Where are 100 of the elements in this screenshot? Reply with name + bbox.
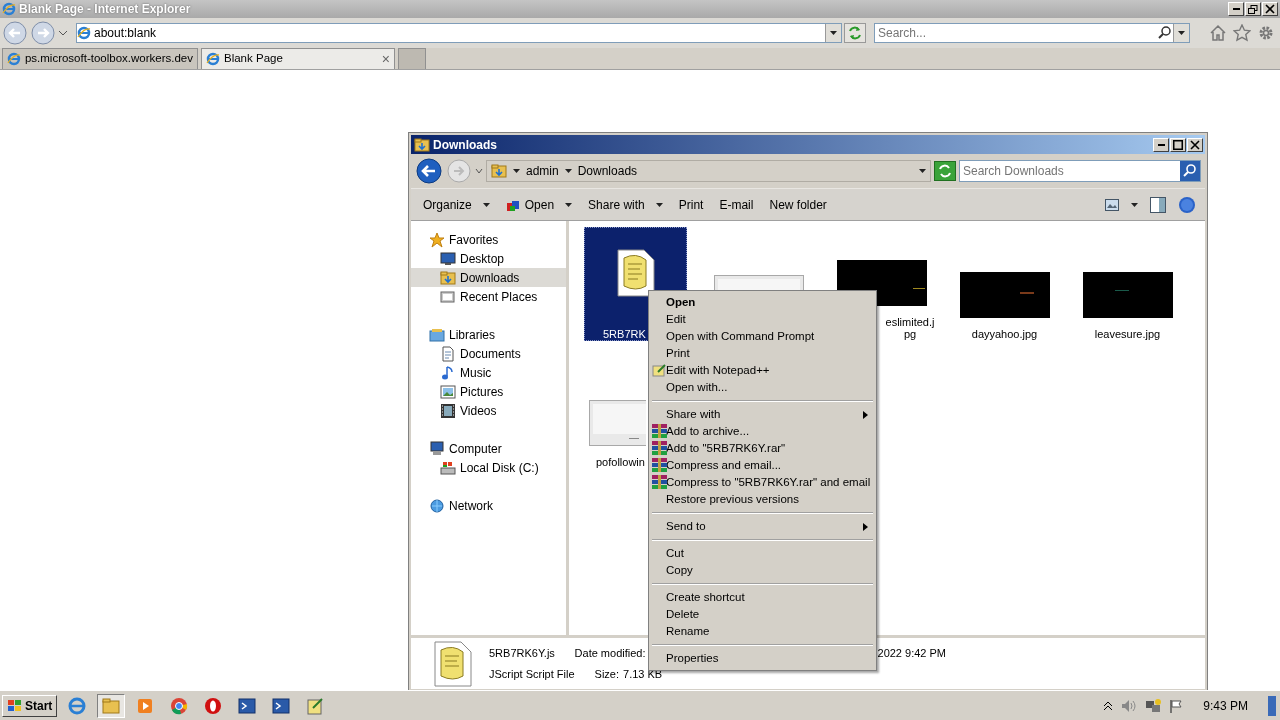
close-tab-button[interactable]: × — [381, 48, 390, 70]
monitor-icon — [440, 250, 456, 267]
toolbar-button[interactable]: Open — [499, 193, 579, 216]
menu-item[interactable]: Share with — [651, 406, 874, 423]
menu-item[interactable]: Compress to "5RB7RK6Y.rar" and email — [651, 474, 874, 491]
history-dropdown-icon[interactable] — [475, 168, 483, 174]
maximize-icon — [1173, 139, 1183, 150]
nav-item[interactable]: Network — [411, 496, 566, 515]
drive-icon — [440, 459, 456, 476]
show-desktop-button[interactable] — [1268, 695, 1276, 716]
menu-item[interactable]: Create shortcut — [651, 589, 874, 606]
favorites-star-icon[interactable] — [1233, 24, 1251, 42]
breadcrumb-item[interactable]: admin — [526, 162, 559, 180]
settings-icon[interactable] — [1257, 24, 1275, 42]
books-icon — [652, 424, 667, 438]
minimize-button[interactable] — [1228, 2, 1244, 16]
menu-item[interactable]: Copy — [651, 562, 874, 579]
forward-button[interactable] — [30, 20, 56, 46]
close-icon — [1265, 4, 1275, 14]
nav-item[interactable]: Local Disk (C:) — [411, 458, 566, 477]
nav-item[interactable]: Videos — [411, 401, 566, 420]
menu-item[interactable]: Print — [651, 345, 874, 362]
menu-item[interactable]: Cut — [651, 545, 874, 562]
terminal-icon — [237, 695, 258, 716]
nav-item[interactable]: Pictures — [411, 382, 566, 401]
search-field[interactable]: Search... — [875, 24, 1157, 42]
field-label: Date modified: — [574, 645, 646, 661]
refresh-button[interactable] — [844, 23, 866, 43]
minimize-button[interactable] — [1153, 137, 1169, 152]
file-type: JScript Script File — [489, 667, 575, 682]
menu-item[interactable]: Rename — [651, 623, 874, 640]
chrome-icon — [169, 695, 190, 716]
history-dropdown-icon[interactable] — [58, 30, 68, 36]
nav-item[interactable]: Computer — [411, 439, 566, 458]
browser-icon — [67, 695, 88, 716]
caret-icon — [513, 169, 520, 173]
search-field[interactable]: Search Downloads — [960, 162, 1180, 180]
submenu-arrow-icon — [863, 410, 868, 419]
caret-icon — [830, 31, 837, 35]
menu-item[interactable]: Restore previous versions — [651, 491, 874, 508]
window-title: Downloads — [433, 136, 497, 154]
menu-item[interactable]: Add to "5RB7RK6Y.rar" — [651, 440, 874, 457]
page-icon — [7, 52, 21, 66]
menu-item[interactable]: Add to archive... — [651, 423, 874, 440]
toolbar-button[interactable]: Organize — [417, 193, 496, 216]
breadcrumb-item[interactable]: Downloads — [577, 162, 638, 180]
toolbar-button[interactable]: E-mail — [713, 193, 760, 216]
nav-item[interactable]: Documents — [411, 344, 566, 363]
window-title: Blank Page - Internet Explorer — [19, 1, 191, 18]
folder-icon — [440, 269, 456, 286]
search-box[interactable]: Search Downloads — [959, 160, 1201, 182]
nav-item[interactable]: Recent Places — [411, 287, 566, 306]
refresh-button[interactable] — [934, 161, 956, 181]
close-button[interactable] — [1187, 137, 1203, 152]
nav-item[interactable]: Desktop — [411, 249, 566, 268]
clock[interactable]: 9:43 PM — [1203, 696, 1248, 715]
page-icon — [77, 26, 91, 40]
file-name: 5RB7RK — [603, 328, 646, 340]
maximize-button[interactable] — [1170, 137, 1186, 152]
flag-icon[interactable] — [1169, 698, 1184, 713]
library-icon — [429, 326, 445, 343]
caret-icon — [1178, 31, 1185, 35]
file-name: dayyahoo.jpg — [971, 328, 1038, 340]
window-icon — [440, 288, 456, 305]
close-button[interactable] — [1262, 2, 1278, 16]
network-icon[interactable] — [1145, 697, 1162, 714]
restore-icon — [1248, 4, 1258, 14]
computer-icon — [429, 440, 445, 457]
start-button[interactable]: Start — [2, 694, 58, 717]
address-bar[interactable]: admin Downloads — [486, 160, 931, 182]
toolbar-button[interactable]: New folder — [763, 193, 833, 216]
menu-item[interactable]: Delete — [651, 606, 874, 623]
back-button[interactable] — [415, 157, 443, 185]
caret-icon — [565, 202, 573, 207]
field-label: Size: — [594, 667, 620, 682]
menu-item[interactable]: Properties — [651, 650, 874, 667]
home-icon[interactable] — [1209, 24, 1227, 42]
toolbar-button[interactable]: Share with — [582, 193, 669, 216]
show-hidden-icons-button[interactable] — [1103, 700, 1114, 711]
nav-item[interactable]: Music — [411, 363, 566, 382]
folder-icon — [491, 163, 507, 179]
nav-item[interactable]: Downloads — [411, 268, 566, 287]
page-icon — [206, 52, 220, 66]
browser-tab[interactable]: ps.microsoft-toolbox.workers.dev — [2, 48, 198, 69]
toolbar-button[interactable]: Print — [672, 193, 710, 216]
search-button[interactable] — [1180, 161, 1200, 181]
menu-item[interactable]: Edit with Notepad++ — [651, 362, 874, 379]
menu-item[interactable]: Send to — [651, 518, 874, 535]
restore-button[interactable] — [1245, 2, 1261, 16]
preview-pane-icon[interactable] — [1150, 196, 1166, 213]
nav-item[interactable]: Libraries — [411, 325, 566, 344]
nav-item[interactable]: Favorites — [411, 230, 566, 249]
menu-item[interactable]: Open with... — [651, 379, 874, 396]
browser-tab[interactable]: Blank Page × — [201, 48, 395, 69]
search-box[interactable]: Search... — [874, 23, 1190, 43]
menu-item[interactable]: Compress and email... — [651, 457, 874, 474]
view-icon[interactable] — [1105, 198, 1119, 211]
taskbar-app-button[interactable] — [97, 693, 126, 718]
caret-icon — [1131, 202, 1138, 207]
file-name: eslimited.jpg — [884, 316, 936, 340]
